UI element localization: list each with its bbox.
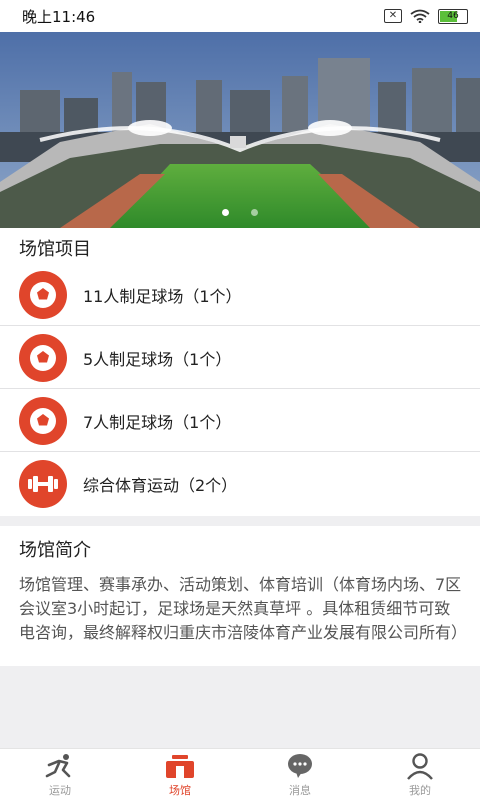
venue-item-label: 5人制足球场（1个） bbox=[83, 349, 232, 369]
dumbbell-icon bbox=[19, 460, 67, 508]
battery-level: 46 bbox=[447, 11, 459, 21]
bottom-tab-bar: 运动 场馆 消息 我的 bbox=[0, 748, 480, 801]
banner-dot[interactable] bbox=[222, 209, 229, 216]
football-icon bbox=[19, 396, 67, 445]
tab-label: 我的 bbox=[409, 784, 431, 797]
football-icon bbox=[19, 333, 67, 382]
status-bar: 晚上11:46 ✕ 46 bbox=[0, 0, 480, 32]
venue-intro-text: 场馆管理、赛事承办、活动策划、体育培训（体育场内场、7区会议室3小时起订，足球场… bbox=[19, 575, 468, 642]
tab-label: 消息 bbox=[289, 784, 311, 797]
venue-icon bbox=[166, 755, 194, 778]
section-title: 场馆简介 bbox=[19, 540, 91, 561]
football-icon bbox=[19, 270, 67, 319]
venue-item[interactable]: 5人制足球场（1个） bbox=[0, 327, 480, 389]
tab-messages[interactable]: 消息 bbox=[240, 749, 360, 801]
tab-venue[interactable]: 场馆 bbox=[120, 749, 240, 801]
tab-label: 场馆 bbox=[169, 784, 191, 797]
status-icons: ✕ 46 bbox=[384, 8, 468, 24]
venue-item[interactable]: 综合体育运动（2个） bbox=[0, 453, 480, 515]
venue-items-section: 场馆项目 11人制足球场（1个） 5人制足球场（1个） 7人制足球场（1个） 综… bbox=[0, 228, 480, 516]
stadium-photo bbox=[0, 32, 480, 228]
chat-bubble-icon bbox=[288, 754, 312, 778]
battery-icon: 46 bbox=[438, 8, 468, 24]
venue-intro-section: 场馆简介 场馆管理、赛事承办、活动策划、体育培训（体育场内场、7区会议室3小时起… bbox=[0, 526, 480, 666]
venue-item[interactable]: 7人制足球场（1个） bbox=[0, 390, 480, 452]
banner-pagination bbox=[0, 209, 480, 216]
status-time: 晚上11:46 bbox=[22, 7, 96, 26]
section-title: 场馆项目 bbox=[19, 239, 91, 260]
venue-item-label: 7人制足球场（1个） bbox=[83, 412, 232, 432]
person-icon bbox=[407, 753, 433, 780]
tab-profile[interactable]: 我的 bbox=[360, 749, 480, 801]
stadium-banner[interactable] bbox=[0, 32, 480, 228]
venue-item[interactable]: 11人制足球场（1个） bbox=[0, 264, 480, 326]
runner-icon bbox=[45, 754, 71, 778]
venue-item-label: 11人制足球场（1个） bbox=[83, 286, 242, 306]
sim-off-icon: ✕ bbox=[384, 9, 402, 23]
banner-dot[interactable] bbox=[251, 209, 258, 216]
venue-item-label: 综合体育运动（2个） bbox=[83, 476, 238, 495]
wifi-icon bbox=[410, 9, 430, 23]
tab-label: 运动 bbox=[49, 784, 71, 797]
tab-sport[interactable]: 运动 bbox=[0, 749, 120, 801]
